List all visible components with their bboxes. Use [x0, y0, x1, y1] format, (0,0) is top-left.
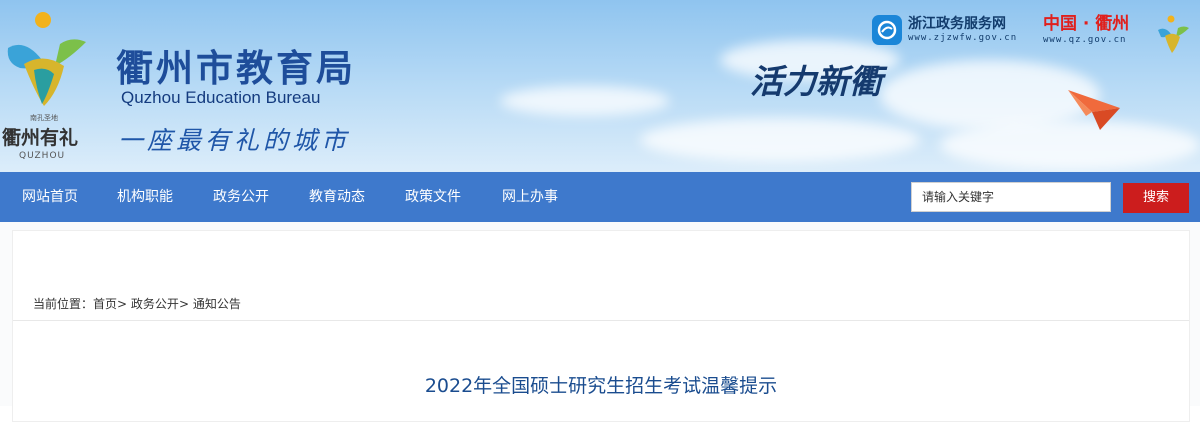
qz-gov-name: 中国 · 衢州: [1043, 14, 1130, 34]
site-header: 南孔圣地 衢州有礼 QUZHOU 衢州市教育局 Quzhou Education…: [0, 0, 1200, 172]
nav-home[interactable]: 网站首页: [22, 172, 78, 222]
logo-small-text: 南孔圣地: [30, 113, 58, 122]
zj-service-url: www.zjzwfw.gov.cn: [908, 33, 1018, 43]
breadcrumb-separator: >: [117, 297, 128, 311]
breadcrumb: 当前位置：首页> 政务公开> 通知公告: [33, 295, 241, 312]
article-title: 2022年全国硕士研究生招生考试温馨提示: [424, 375, 778, 397]
logo-text: 衢州有礼: [2, 126, 78, 149]
city-logo-icon: 南孔圣地 衢州有礼 QUZHOU: [2, 12, 86, 161]
nav-gov-affairs[interactable]: 政务公开: [213, 172, 269, 222]
paper-plane-icon: [1068, 90, 1120, 130]
search-input[interactable]: [911, 182, 1111, 212]
breadcrumb-separator: >: [178, 297, 189, 311]
content-area: 当前位置：首页> 政务公开> 通知公告 2022年全国硕士研究生招生考试温馨提示: [0, 222, 1200, 422]
search-button[interactable]: 搜索: [1123, 183, 1189, 213]
site-title: 衢州市教育局: [116, 46, 356, 90]
nav-institution[interactable]: 机构职能: [117, 172, 173, 222]
logo-pinyin: QUZHOU: [19, 151, 65, 161]
city-logo[interactable]: 南孔圣地 衢州有礼 QUZHOU: [0, 8, 100, 168]
qz-gov-link[interactable]: 中国 · 衢州 www.qz.gov.cn: [1043, 14, 1129, 46]
article-panel: 当前位置：首页> 政务公开> 通知公告 2022年全国硕士研究生招生考试温馨提示: [12, 230, 1190, 422]
mini-logo-icon[interactable]: [1156, 14, 1190, 56]
cloud-decoration: [640, 118, 920, 162]
site-slogan: 一座最有礼的城市: [118, 126, 351, 155]
nav-policy[interactable]: 政策文件: [405, 172, 461, 222]
divider: [13, 320, 1189, 321]
cloud-decoration: [500, 86, 670, 116]
breadcrumb-home[interactable]: 首页: [93, 297, 117, 311]
site-subtitle: Quzhou Education Bureau: [121, 88, 321, 107]
nav-online-service[interactable]: 网上办事: [502, 172, 558, 222]
breadcrumb-prefix: 当前位置：: [33, 297, 94, 311]
zj-service-name: 浙江政务服务网: [908, 16, 1006, 32]
breadcrumb-notices[interactable]: 通知公告: [193, 297, 241, 311]
breadcrumb-gov-affairs[interactable]: 政务公开: [131, 297, 179, 311]
zj-service-icon: [872, 15, 902, 45]
qz-gov-url: www.qz.gov.cn: [1043, 35, 1127, 45]
vitality-slogan: 活力新衢: [750, 62, 882, 101]
zj-service-link[interactable]: 浙江政务服务网 www.zjzwfw.gov.cn: [872, 14, 1017, 46]
nav-edu-news[interactable]: 教育动态: [309, 172, 365, 222]
